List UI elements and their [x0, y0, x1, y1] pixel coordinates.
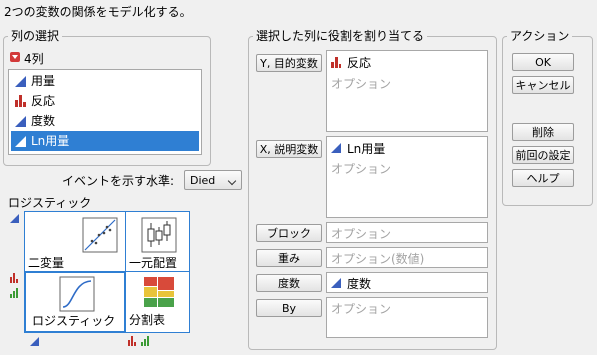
block-role-placeholder: オプション: [331, 227, 392, 241]
collapse-triangle-icon: [10, 52, 20, 62]
x-role-value: Ln用量: [347, 142, 386, 156]
contingency-label: 分割表: [129, 313, 166, 327]
x-role-button[interactable]: X, 説明変数: [256, 140, 322, 158]
logistic-curve-icon: [59, 276, 95, 312]
x-role-box[interactable]: Ln用量 オプション: [326, 136, 488, 218]
by-role-box[interactable]: オプション: [326, 297, 488, 338]
continuous-icon: [30, 337, 39, 346]
continuous-icon: [15, 116, 26, 127]
help-button[interactable]: ヘルプ: [512, 169, 574, 187]
continuous-icon: [15, 136, 26, 147]
weight-role-placeholder: オプション(数値): [331, 252, 425, 266]
list-item-dosu[interactable]: 度数: [11, 111, 199, 131]
dialog-header: 2つの変数の関係をモデル化する。: [4, 5, 192, 19]
list-item-ln-yoryo[interactable]: Ln用量: [11, 131, 199, 151]
y-role-placeholder: オプション: [331, 77, 392, 91]
nominal-icon: [15, 95, 27, 107]
remove-button[interactable]: 削除: [512, 123, 574, 141]
platform-title: ロジスティック: [8, 196, 92, 210]
column-count-label: 4列: [24, 52, 44, 66]
platform-bivariate-cell[interactable]: 二変量: [24, 211, 126, 272]
x-role-placeholder: オプション: [331, 162, 392, 176]
logistic-label: ロジスティック: [32, 314, 116, 328]
chevron-down-icon: [227, 176, 237, 186]
by-role-placeholder: オプション: [331, 302, 392, 316]
ordinal-icon: [141, 336, 151, 346]
freq-role-value: 度数: [347, 277, 372, 291]
y-role-box[interactable]: 反応 オプション: [326, 50, 488, 132]
continuous-icon: [15, 76, 26, 87]
nominal-icon: [10, 273, 20, 283]
platform-logistic-cell[interactable]: ロジスティック: [24, 271, 126, 333]
ordinal-icon: [10, 288, 20, 298]
column-selection-title: 列の選択: [8, 29, 63, 43]
nominal-icon: [128, 336, 138, 346]
cancel-button[interactable]: キャンセル: [512, 76, 574, 94]
event-level-select[interactable]: Died: [184, 170, 242, 190]
block-role-button[interactable]: ブロック: [256, 224, 322, 242]
bivariate-label: 二変量: [28, 256, 65, 270]
continuous-icon: [10, 214, 19, 223]
continuous-icon: [331, 143, 341, 153]
mosaic-plot-icon: [144, 277, 174, 307]
box-plot-icon: [141, 217, 177, 253]
continuous-icon: [331, 278, 341, 288]
list-item-hanno[interactable]: 反応: [11, 91, 199, 111]
weight-role-box[interactable]: オプション(数値): [326, 247, 488, 268]
ok-button[interactable]: OK: [512, 53, 574, 71]
freq-role-box[interactable]: 度数: [326, 272, 488, 293]
block-role-box[interactable]: オプション: [326, 222, 488, 243]
scatter-plot-icon: [82, 217, 118, 253]
by-role-button[interactable]: By: [256, 299, 322, 317]
nominal-icon: [331, 57, 341, 68]
role-assignment-title: 選択した列に役割を割り当てる: [253, 29, 428, 43]
y-role-button[interactable]: Y, 目的変数: [256, 54, 322, 72]
list-item-yoryo[interactable]: 用量: [11, 71, 199, 91]
actions-title: アクション: [507, 29, 573, 43]
recall-button[interactable]: 前回の設定: [512, 146, 574, 164]
platform-oneway-cell[interactable]: 一元配置: [125, 211, 190, 272]
y-role-value: 反応: [347, 56, 372, 70]
oneway-label: 一元配置: [129, 256, 178, 270]
freq-role-button[interactable]: 度数: [256, 274, 322, 292]
event-level-label: イベントを示す水準:: [62, 174, 175, 188]
platform-contingency-cell[interactable]: 分割表: [125, 271, 190, 333]
weight-role-button[interactable]: 重み: [256, 249, 322, 267]
column-list[interactable]: 用量 反応 度数 Ln用量: [8, 69, 202, 155]
